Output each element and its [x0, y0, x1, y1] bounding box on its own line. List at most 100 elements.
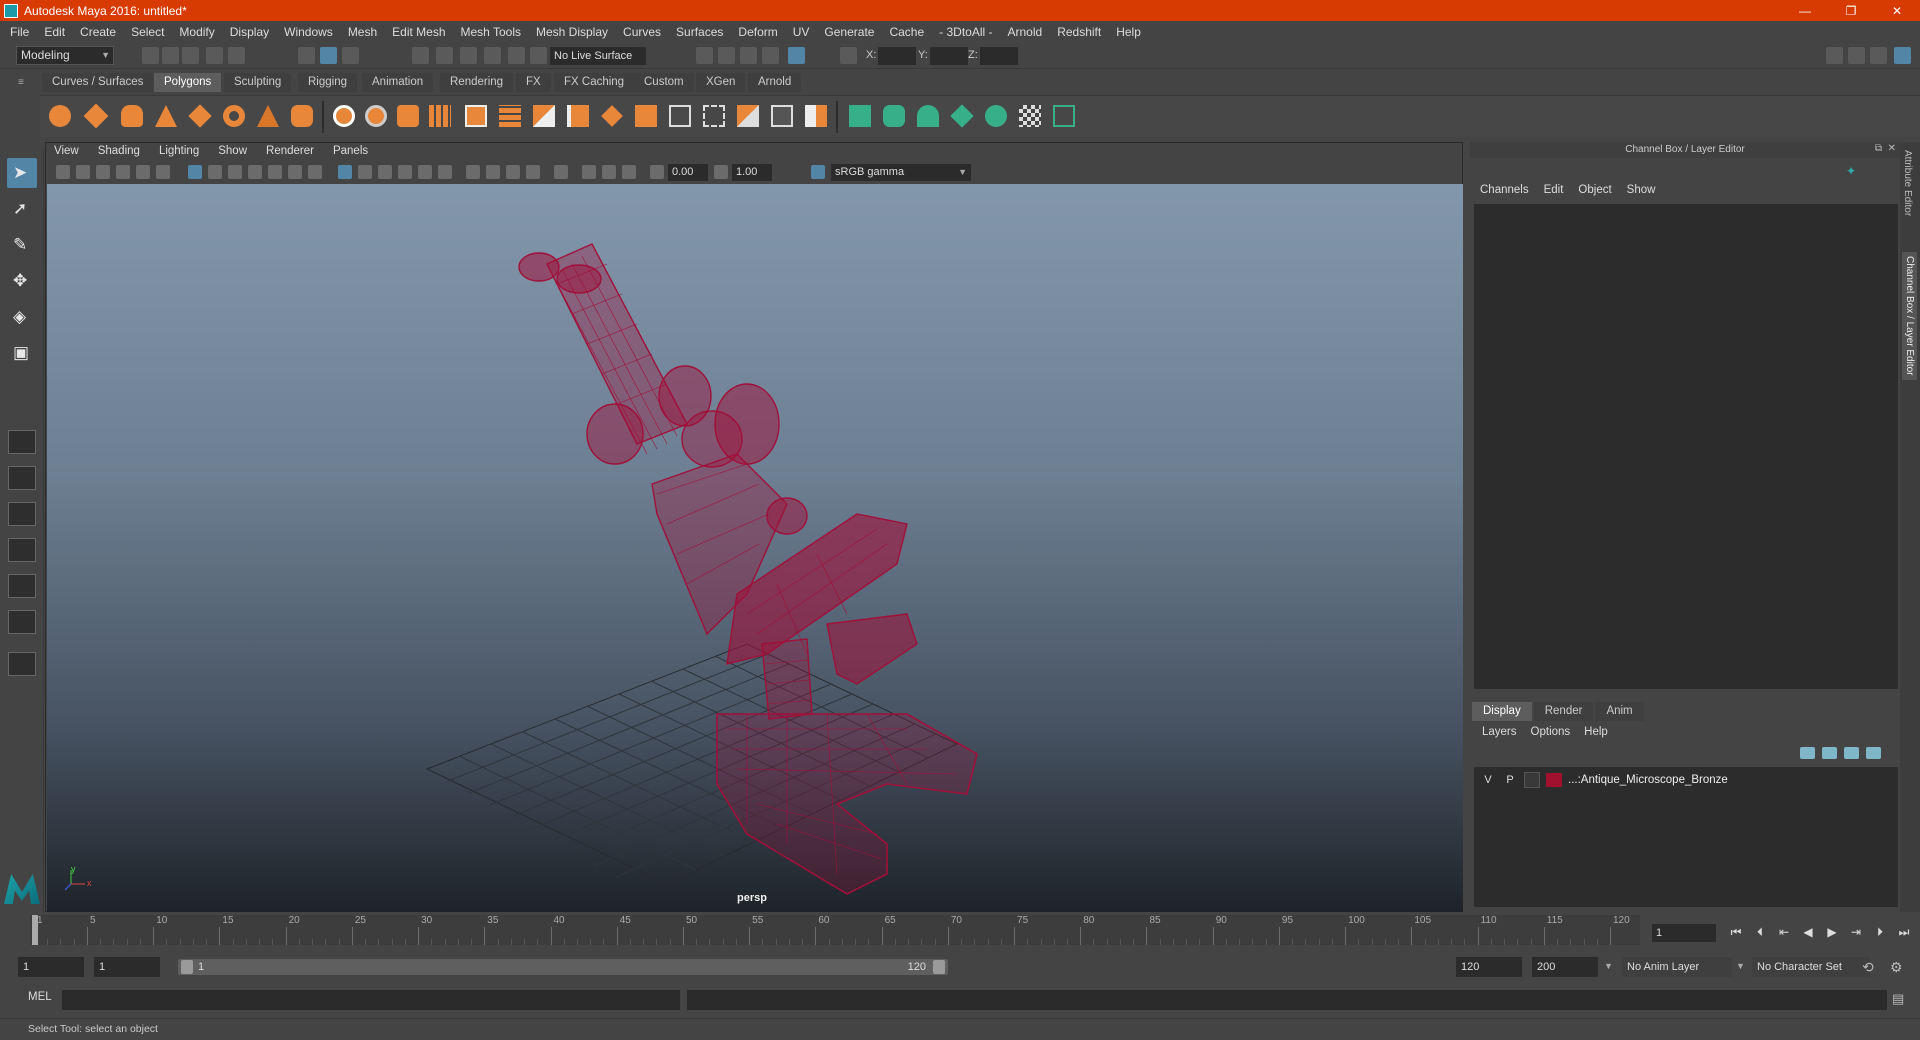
- move-tool-icon[interactable]: ✥: [7, 266, 37, 296]
- motion-blur-icon[interactable]: [486, 165, 500, 179]
- range-end-handle[interactable]: [933, 960, 945, 974]
- command-input[interactable]: [62, 990, 680, 1010]
- menu-deform[interactable]: Deform: [738, 25, 777, 39]
- shelf-tab-xgen[interactable]: XGen: [696, 73, 746, 92]
- scale-tool-icon[interactable]: ▣: [7, 338, 37, 368]
- open-scene-icon[interactable]: [162, 47, 179, 64]
- spherical-uv-icon[interactable]: [914, 102, 942, 130]
- current-time-indicator[interactable]: [32, 915, 38, 945]
- menu-3dtoall[interactable]: - 3DtoAll -: [939, 25, 992, 39]
- quadrangulate-icon[interactable]: [802, 102, 830, 130]
- extrude-icon[interactable]: [462, 102, 490, 130]
- layer-visibility-toggle[interactable]: V: [1480, 772, 1496, 788]
- target-weld-icon[interactable]: [632, 102, 660, 130]
- menu-select[interactable]: Select: [131, 25, 164, 39]
- poly-cylinder-icon[interactable]: [118, 102, 146, 130]
- smooth-shade-icon[interactable]: [358, 165, 372, 179]
- viewport-menu-shading[interactable]: Shading: [98, 145, 140, 161]
- automatic-uv-icon[interactable]: [948, 102, 976, 130]
- shelf-tab-sculpting[interactable]: Sculpting: [224, 73, 292, 92]
- planar-uv-icon[interactable]: [846, 102, 874, 130]
- layers-menu[interactable]: Layers: [1482, 726, 1517, 738]
- separate-icon[interactable]: [362, 102, 390, 130]
- mesh-reduce-icon[interactable]: [734, 102, 762, 130]
- layer-row[interactable]: V P ...:Antique_Microscope_Bronze: [1474, 771, 1898, 789]
- gate-mask-icon[interactable]: [248, 165, 262, 179]
- paint-select-tool-icon[interactable]: ✎: [7, 230, 37, 260]
- playback-end-input[interactable]: 120: [1456, 957, 1522, 977]
- backface-culling-icon[interactable]: [622, 165, 636, 179]
- tab-anim[interactable]: Anim: [1595, 702, 1644, 721]
- scene-start-input[interactable]: 1: [18, 957, 84, 977]
- menu-redshift[interactable]: Redshift: [1057, 25, 1101, 39]
- maximize-button[interactable]: ❐: [1828, 0, 1874, 21]
- persp-outliner-layout-icon[interactable]: [8, 502, 36, 526]
- auto-key-icon[interactable]: ⟲: [1862, 959, 1874, 976]
- menu-arnold[interactable]: Arnold: [1008, 25, 1043, 39]
- camera-select-icon[interactable]: [56, 165, 70, 179]
- mirror-icon[interactable]: [426, 102, 454, 130]
- menu-windows[interactable]: Windows: [284, 25, 333, 39]
- poly-torus-icon[interactable]: [220, 102, 248, 130]
- four-view-layout-icon[interactable]: [8, 466, 36, 490]
- viewport-menu-lighting[interactable]: Lighting: [159, 145, 199, 161]
- channel-box-toggle-icon[interactable]: [1894, 47, 1911, 64]
- script-editor-icon[interactable]: ▤: [1892, 991, 1904, 1007]
- multi-cut-icon[interactable]: [598, 102, 626, 130]
- color-management-icon[interactable]: [811, 165, 825, 179]
- persp-uv-layout-icon[interactable]: [8, 610, 36, 634]
- shelf-menu-icon[interactable]: ≡: [18, 77, 24, 88]
- menu-curves[interactable]: Curves: [623, 25, 661, 39]
- step-forward-frame-icon[interactable]: ⏵: [1872, 924, 1888, 940]
- time-slider-track[interactable]: 1 5 10 15 20 25 30 35 40 45 50 55 60 65 70 75 80 85 90 95 10…: [30, 915, 1640, 945]
- playback-range-bar[interactable]: 1 120: [178, 959, 948, 975]
- fill-hole-icon[interactable]: [700, 102, 728, 130]
- poly-pyramid-icon[interactable]: [254, 102, 282, 130]
- tool-settings-toggle-icon[interactable]: [1870, 47, 1887, 64]
- select-hierarchy-icon[interactable]: [298, 47, 315, 64]
- layer-playback-toggle[interactable]: P: [1502, 772, 1518, 788]
- snap-surface-icon[interactable]: [508, 47, 525, 64]
- viewport-menu-show[interactable]: Show: [218, 145, 247, 161]
- triangulate-icon[interactable]: [768, 102, 796, 130]
- bevel-icon[interactable]: [530, 102, 558, 130]
- gamma-icon[interactable]: [714, 165, 728, 179]
- insert-edge-loop-icon[interactable]: [564, 102, 592, 130]
- channel-box-area[interactable]: [1474, 204, 1898, 689]
- help-menu[interactable]: Help: [1584, 726, 1608, 738]
- field-chart-icon[interactable]: [268, 165, 282, 179]
- viewport-menu-panels[interactable]: Panels: [333, 145, 368, 161]
- tab-display[interactable]: Display: [1472, 702, 1532, 721]
- poly-cone-icon[interactable]: [152, 102, 180, 130]
- transform-mode-icon[interactable]: [840, 47, 857, 64]
- shelf-tab-fx-caching[interactable]: FX Caching: [554, 73, 635, 92]
- poly-cube-icon[interactable]: [82, 102, 110, 130]
- go-to-start-icon[interactable]: ⏮: [1728, 924, 1744, 940]
- bridge-icon[interactable]: [496, 102, 524, 130]
- viewport-menu-view[interactable]: View: [54, 145, 79, 161]
- render-settings-icon[interactable]: [696, 47, 713, 64]
- custom-layout-icon[interactable]: [8, 652, 36, 676]
- play-forwards-icon[interactable]: ▶: [1824, 924, 1840, 940]
- menu-file[interactable]: File: [10, 25, 29, 39]
- menu-edit[interactable]: Edit: [44, 25, 65, 39]
- snap-live-icon[interactable]: [530, 47, 547, 64]
- y-input[interactable]: [930, 47, 968, 65]
- unfold-uv-icon[interactable]: [982, 102, 1010, 130]
- close-panel-icon[interactable]: ✕: [1888, 143, 1896, 154]
- object-menu[interactable]: Object: [1578, 184, 1611, 196]
- attribute-editor-side-tab[interactable]: Attribute Editor: [1902, 150, 1913, 216]
- view-transform-dropdown[interactable]: sRGB gamma ▼: [831, 164, 971, 181]
- menu-edit-mesh[interactable]: Edit Mesh: [392, 25, 445, 39]
- hypershade-icon[interactable]: [788, 47, 805, 64]
- 2d-pan-zoom-icon[interactable]: [136, 165, 150, 179]
- safe-title-icon[interactable]: [308, 165, 322, 179]
- go-to-end-icon[interactable]: ⏭: [1896, 924, 1912, 940]
- new-scene-icon[interactable]: [142, 47, 159, 64]
- x-input[interactable]: [878, 47, 916, 65]
- menu-create[interactable]: Create: [80, 25, 116, 39]
- menu-mesh-display[interactable]: Mesh Display: [536, 25, 608, 39]
- xray-icon[interactable]: [582, 165, 596, 179]
- range-start-handle[interactable]: [181, 960, 193, 974]
- shelf-tab-custom[interactable]: Custom: [634, 73, 694, 92]
